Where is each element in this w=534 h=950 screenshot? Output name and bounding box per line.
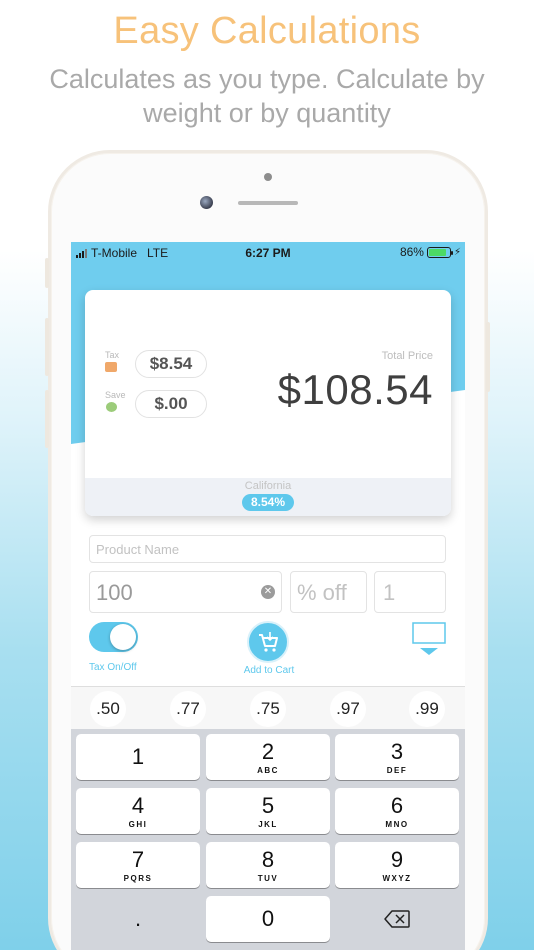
product-name-input[interactable]: Product Name [89,535,446,563]
proximity-sensor [264,173,272,181]
volume-up-button [45,318,49,376]
total-price-label: Total Price [381,350,433,362]
quantity-input[interactable]: 1 [374,571,446,613]
key-1[interactable]: 1 [76,734,200,780]
numeric-keyboard: .50 .77 .75 .97 .99 1 2 ABC 3 DEF 4 GHI 5 JK… [71,686,465,950]
quick-amount-button[interactable]: .77 [170,691,206,727]
tax-money-icon [105,362,117,372]
quick-amount-bar: .50 .77 .75 .97 .99 [71,686,465,729]
key-3[interactable]: 3 DEF [335,734,459,780]
backspace-icon [384,910,410,928]
quick-amount-button[interactable]: .50 [90,691,126,727]
key-6[interactable]: 6 MNO [335,788,459,834]
battery-icon [426,246,453,258]
clear-icon[interactable]: ✕ [261,585,275,599]
key-8[interactable]: 8 TUV [206,842,330,888]
key-2[interactable]: 2 ABC [206,734,330,780]
toggle-knob [110,624,136,650]
monitor-dropdown-icon[interactable] [412,622,446,658]
battery-percent: 86% [399,245,424,259]
front-camera-icon [200,196,213,209]
backspace-key[interactable] [335,896,459,942]
add-to-cart-button[interactable] [247,621,289,663]
quick-amount-button[interactable]: .75 [250,691,286,727]
key-5[interactable]: 5 JKL [206,788,330,834]
price-input[interactable]: 100 ✕ [89,571,282,613]
key-0[interactable]: 0 [206,896,330,942]
promo-subline: Calculates as you type. Calculate by wei… [49,64,485,128]
add-to-cart-label: Add to Cart [243,665,295,676]
status-bar: T-Mobile LTE 6:27 PM 86% ⚡ [71,242,465,262]
price-value: 100 [96,580,133,605]
tax-rate-badge: 8.54% [242,494,294,511]
tax-toggle[interactable] [89,622,138,652]
state-name: California [244,480,292,492]
app-screen: T-Mobile LTE 6:27 PM 86% ⚡ Tax $8.54 Sav… [71,242,465,950]
tax-label: Tax [105,350,120,360]
save-label: Save [105,390,126,400]
key-4[interactable]: 4 GHI [76,788,200,834]
charging-icon: ⚡ [453,246,461,258]
percent-off-input[interactable]: % off [290,571,367,613]
cart-icon [259,632,278,652]
promo-headline: Easy Calculations [113,10,421,52]
tax-region-bar[interactable]: California 8.54% [85,478,451,516]
key-7[interactable]: 7 PQRS [76,842,200,888]
mute-switch [45,258,49,288]
savings-amount: $.00 [135,390,207,418]
tax-amount: $8.54 [135,350,207,378]
quick-amount-button[interactable]: .99 [409,691,445,727]
piggy-bank-icon [106,402,117,412]
key-decimal[interactable]: . [76,896,200,942]
price-summary-card: Tax $8.54 Save $.00 Total Price $108.54 … [85,290,451,516]
volume-down-button [45,390,49,448]
power-button [486,322,490,392]
total-price-value: $108.54 [277,366,433,413]
tax-toggle-label: Tax On/Off [89,662,137,673]
earpiece-speaker [238,201,298,205]
key-9[interactable]: 9 WXYZ [335,842,459,888]
quick-amount-button[interactable]: .97 [330,691,366,727]
